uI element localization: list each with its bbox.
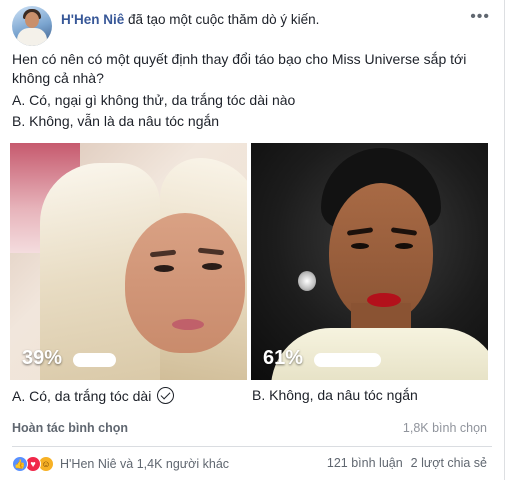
choice-a-label[interactable]: A. Có, da trắng tóc dài <box>12 387 175 404</box>
divider <box>12 446 492 447</box>
choice-a-progress-fill <box>73 353 116 367</box>
choice-b-progress-bar <box>314 353 424 367</box>
reactions-text: H'Hen Niê và 1,4K người khác <box>60 457 230 471</box>
choice-b-progress-fill <box>314 353 382 367</box>
post-action-text: đã tạo một cuộc thăm dò ý kiến. <box>128 12 320 27</box>
more-options-icon[interactable]: ••• <box>470 8 490 26</box>
vote-count: 1,8K bình chọn <box>402 421 487 435</box>
post-header: H'Hen Niê đã tạo một cuộc thăm dò ý kiến… <box>12 6 319 46</box>
undo-vote-button[interactable]: Hoàn tác bình chọn <box>12 421 128 435</box>
shares-count-link[interactable]: 2 lượt chia sẻ <box>411 456 487 470</box>
comments-count-link[interactable]: 121 bình luận <box>327 456 403 470</box>
check-circle-icon <box>157 387 175 404</box>
post-body: Hen có nên có một quyết định thay đổi tá… <box>12 50 492 131</box>
option-b-text: B. Không, vẫn là da nâu tóc ngắn <box>12 113 220 129</box>
poll-post-card: H'Hen Niê đã tạo một cuộc thăm dò ý kiến… <box>0 0 505 480</box>
poll-choice-a[interactable]: 39% <box>10 143 247 380</box>
choice-b-photo <box>251 143 488 380</box>
poll-choice-b[interactable]: 61% <box>251 143 488 380</box>
choice-a-percent: 39% <box>22 347 63 369</box>
option-a-text: A. Có, ngại gì không thử, da trắng tóc d… <box>12 92 296 108</box>
poll-question: Hen có nên có một quyết định thay đổi tá… <box>12 51 467 86</box>
choice-b-percent: 61% <box>263 347 304 369</box>
choice-a-photo <box>10 143 247 380</box>
choice-a-label-text: A. Có, da trắng tóc dài <box>12 387 152 404</box>
choice-b-label-text: B. Không, da nâu tóc ngắn <box>252 387 418 403</box>
choice-a-progress-bar <box>73 353 183 367</box>
author-name-link[interactable]: H'Hen Niê <box>61 12 124 27</box>
choice-b-label[interactable]: B. Không, da nâu tóc ngắn <box>252 387 418 403</box>
avatar[interactable] <box>12 6 52 46</box>
header-text: H'Hen Niê đã tạo một cuộc thăm dò ý kiến… <box>61 12 319 27</box>
reactions-summary[interactable]: 👍 ♥ ☺ H'Hen Niê và 1,4K người khác <box>12 456 229 472</box>
engagement-stats: 121 bình luận 2 lượt chia sẻ <box>327 456 487 470</box>
like-reaction-icon: 👍 <box>12 456 28 472</box>
